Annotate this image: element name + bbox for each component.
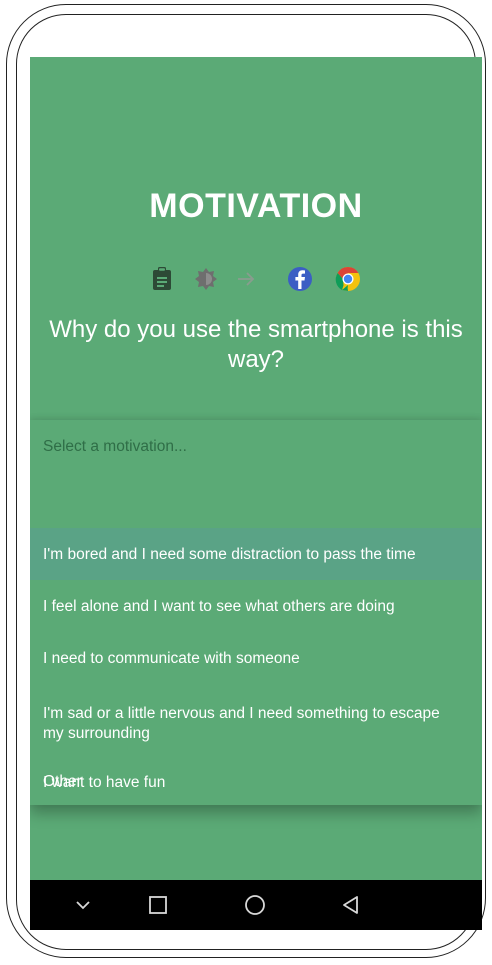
chevron-down-icon[interactable] — [68, 890, 98, 920]
motivation-option-alone[interactable]: I feel alone and I want to see what othe… — [30, 580, 482, 632]
back-icon[interactable] — [336, 890, 366, 920]
dropdown-placeholder: Select a motivation... — [43, 438, 187, 455]
motivation-option-communicate[interactable]: I need to communicate with someone — [30, 632, 482, 684]
motivation-question: Why do you use the smartphone is this wa… — [49, 316, 463, 373]
system-nav-bar — [30, 880, 482, 930]
motivation-option-sad[interactable]: I'm sad or a little nervous and I need s… — [30, 684, 482, 756]
arrow-right-icon — [232, 265, 260, 293]
clipboard-icon — [148, 265, 176, 293]
motivation-option-bored[interactable]: I'm bored and I need some distraction to… — [30, 528, 482, 580]
device-page: MOTIVATION Why do you use the smartphone… — [0, 0, 492, 965]
app-icon-row — [30, 265, 482, 295]
app-screen: MOTIVATION Why do you use the smartphone… — [30, 57, 482, 930]
facebook-icon — [286, 265, 314, 293]
page-title: MOTIVATION — [149, 187, 363, 225]
motivation-dropdown[interactable]: Select a motivation... I'm bored and I n… — [30, 420, 482, 805]
home-icon[interactable] — [240, 890, 270, 920]
chrome-icon — [334, 265, 362, 293]
recents-icon[interactable] — [143, 890, 173, 920]
brightness-icon — [192, 265, 220, 293]
motivation-option-other[interactable]: Other — [30, 767, 482, 813]
